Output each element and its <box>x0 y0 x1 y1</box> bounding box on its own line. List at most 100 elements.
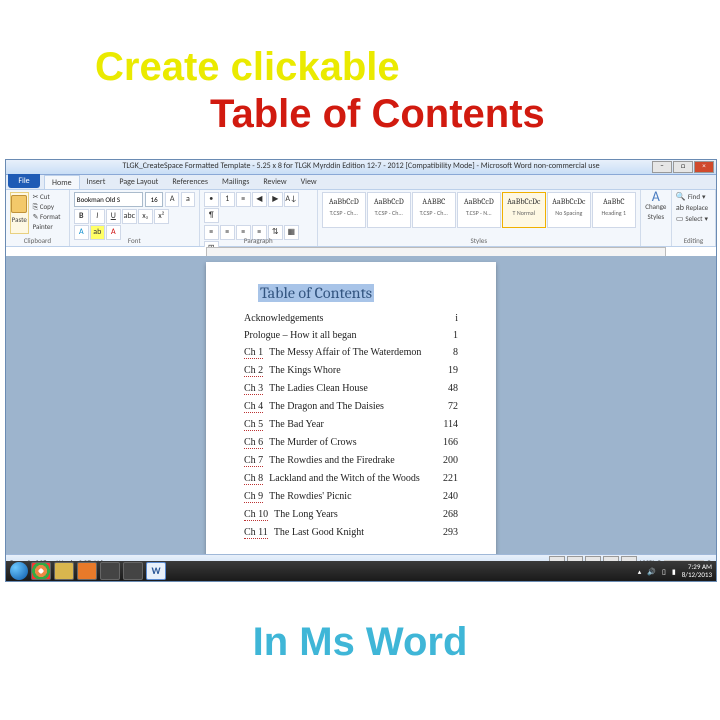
style-item-3[interactable]: AaBbCcDT.CSP - N... <box>457 192 501 228</box>
font-group-label: Font <box>70 236 199 245</box>
tray-network-icon[interactable]: ▮ <box>672 567 676 576</box>
tab-mailings[interactable]: Mailings <box>215 175 256 189</box>
shrink-font-button[interactable]: a <box>181 192 195 207</box>
decrease-indent-button[interactable]: ◀ <box>252 192 267 207</box>
find-button[interactable]: 🔍Find ▾ <box>676 192 711 202</box>
italic-button[interactable]: I <box>90 209 105 224</box>
file-tab[interactable]: File <box>8 174 40 188</box>
toc-chapter-number: Ch 5 <box>244 419 263 431</box>
taskbar-app-icon[interactable] <box>100 562 120 580</box>
toc-entry-page: 114 <box>443 419 458 431</box>
find-icon: 🔍 <box>676 192 686 202</box>
cut-button[interactable]: ✂ Cut <box>31 192 65 202</box>
start-button[interactable] <box>10 562 28 580</box>
toc-heading[interactable]: Table of Contents <box>258 284 374 302</box>
toc-chapter-number: Ch 4 <box>244 401 263 413</box>
tab-review[interactable]: Review <box>256 175 293 189</box>
styles-gallery[interactable]: AaBbCcDT.CSP - Ch...AaBbCcDT.CSP - Ch...… <box>322 192 636 230</box>
style-item-5[interactable]: AaBbCcDcNo Spacing <box>547 192 591 228</box>
toc-entry-title: The Last Good Knight <box>274 527 364 539</box>
toc-chapter-number: Ch 7 <box>244 455 263 467</box>
copy-button[interactable]: ⎘ Copy <box>31 202 65 212</box>
bold-button[interactable]: B <box>74 209 89 224</box>
toc-entry[interactable]: Ch 10The Long Years268 <box>244 506 458 524</box>
toc-entry[interactable]: Ch 11The Last Good Knight293 <box>244 524 458 542</box>
select-button[interactable]: ▭Select ▾ <box>676 214 711 224</box>
select-icon: ▭ <box>676 214 684 224</box>
tray-volume-icon[interactable]: 🔊 <box>647 567 656 576</box>
taskbar-chrome-icon[interactable] <box>31 562 51 580</box>
toc-entry[interactable]: Prologue – How it all began1 <box>244 327 458 344</box>
tab-page-layout[interactable]: Page Layout <box>112 175 165 189</box>
font-name-selector[interactable]: Bookman Old S <box>74 192 143 207</box>
taskbar-media-icon[interactable] <box>77 562 97 580</box>
toc-entry[interactable]: Ch 6The Murder of Crows166 <box>244 434 458 452</box>
window-title: TLGK_CreateSpace Formatted Template - 5.… <box>122 161 599 171</box>
toc-entry-title: The Long Years <box>274 509 338 521</box>
tab-insert[interactable]: Insert <box>80 175 113 189</box>
change-styles-button[interactable]: A Change Styles <box>645 192 667 222</box>
taskbar-explorer-icon[interactable] <box>54 562 74 580</box>
system-tray: ▴ 🔊 ▯ ▮ 7:29 AM 8/12/2013 <box>638 563 712 579</box>
show-marks-button[interactable]: ¶ <box>204 208 219 223</box>
taskbar-app2-icon[interactable] <box>123 562 143 580</box>
toc-entry-title: The Rowdies' Picnic <box>269 491 351 503</box>
toc-chapter-number: Ch 2 <box>244 365 263 377</box>
minimize-button[interactable]: – <box>652 161 672 173</box>
change-styles-icon: A <box>645 192 667 202</box>
replace-button[interactable]: abReplace <box>676 203 711 213</box>
superscript-button[interactable]: x² <box>154 209 169 224</box>
increase-indent-button[interactable]: ▶ <box>268 192 283 207</box>
grow-font-button[interactable]: A <box>165 192 179 207</box>
document-page[interactable]: Table of Contents AcknowledgementsiProlo… <box>206 262 496 555</box>
toc-entry-page: 166 <box>443 437 458 449</box>
style-item-2[interactable]: AABBCT.CSP - Ch... <box>412 192 456 228</box>
toc-entry[interactable]: Ch 4The Dragon and The Daisies72 <box>244 398 458 416</box>
toc-entry[interactable]: Ch 3The Ladies Clean House48 <box>244 380 458 398</box>
tab-home[interactable]: Home <box>44 175 80 189</box>
strikethrough-button[interactable]: abc <box>122 209 137 224</box>
toc-entry-page: 268 <box>443 509 458 521</box>
toc-entry[interactable]: Ch 1The Messy Affair of The Waterdemon8 <box>244 344 458 362</box>
replace-icon: ab <box>676 203 684 213</box>
toc-entry[interactable]: Ch 8Lackland and the Witch of the Woods2… <box>244 470 458 488</box>
tab-references[interactable]: References <box>165 175 215 189</box>
toc-entry-title: The Rowdies and the Firedrake <box>269 455 395 467</box>
toc-entry-title: Lackland and the Witch of the Woods <box>269 473 420 485</box>
paste-label: Paste <box>12 215 27 224</box>
editing-group-label: Editing <box>672 236 715 245</box>
toc-chapter-number: Ch 11 <box>244 527 268 539</box>
underline-button[interactable]: U <box>106 209 121 224</box>
tray-clock[interactable]: 7:29 AM 8/12/2013 <box>682 563 712 579</box>
ribbon-group-styles: AaBbCcDT.CSP - Ch...AaBbCcDT.CSP - Ch...… <box>318 190 641 246</box>
paragraph-group-label: Paragraph <box>200 236 317 245</box>
style-item-4[interactable]: AaBbCcDcT Normal <box>502 192 546 228</box>
bullets-button[interactable]: • <box>204 192 219 207</box>
toc-chapter-number: Ch 6 <box>244 437 263 449</box>
maximize-button[interactable]: □ <box>673 161 693 173</box>
taskbar-word-icon[interactable]: W <box>146 562 166 580</box>
font-size-selector[interactable]: 16 <box>145 192 163 207</box>
ribbon-group-clipboard: Paste ✂ Cut ⎘ Copy ✎ Format Painter Clip… <box>6 190 70 246</box>
style-item-0[interactable]: AaBbCcDT.CSP - Ch... <box>322 192 366 228</box>
tray-chevron-icon[interactable]: ▴ <box>638 567 642 576</box>
subscript-button[interactable]: x₂ <box>138 209 153 224</box>
document-area[interactable]: Table of Contents AcknowledgementsiProlo… <box>6 256 716 555</box>
tab-view[interactable]: View <box>294 175 324 189</box>
toc-entry[interactable]: Ch 7The Rowdies and the Firedrake200 <box>244 452 458 470</box>
style-item-1[interactable]: AaBbCcDT.CSP - Ch... <box>367 192 411 228</box>
toc-entry[interactable]: Acknowledgementsi <box>244 310 458 327</box>
toc-entry[interactable]: Ch 9The Rowdies' Picnic240 <box>244 488 458 506</box>
numbering-button[interactable]: 1 <box>220 192 235 207</box>
format-painter-button[interactable]: ✎ Format Painter <box>31 212 65 232</box>
close-button[interactable]: × <box>694 161 714 173</box>
toc-entry[interactable]: Ch 5The Bad Year114 <box>244 416 458 434</box>
style-item-6[interactable]: AaBbCHeading 1 <box>592 192 636 228</box>
toc-entry-page: i <box>455 313 458 324</box>
tray-battery-icon[interactable]: ▯ <box>662 567 666 576</box>
sort-button[interactable]: A↓ <box>284 192 299 207</box>
multilevel-button[interactable]: ≡ <box>236 192 251 207</box>
paste-icon <box>11 195 27 213</box>
toc-entry[interactable]: Ch 2The Kings Whore19 <box>244 362 458 380</box>
paste-button[interactable]: Paste <box>10 192 29 234</box>
